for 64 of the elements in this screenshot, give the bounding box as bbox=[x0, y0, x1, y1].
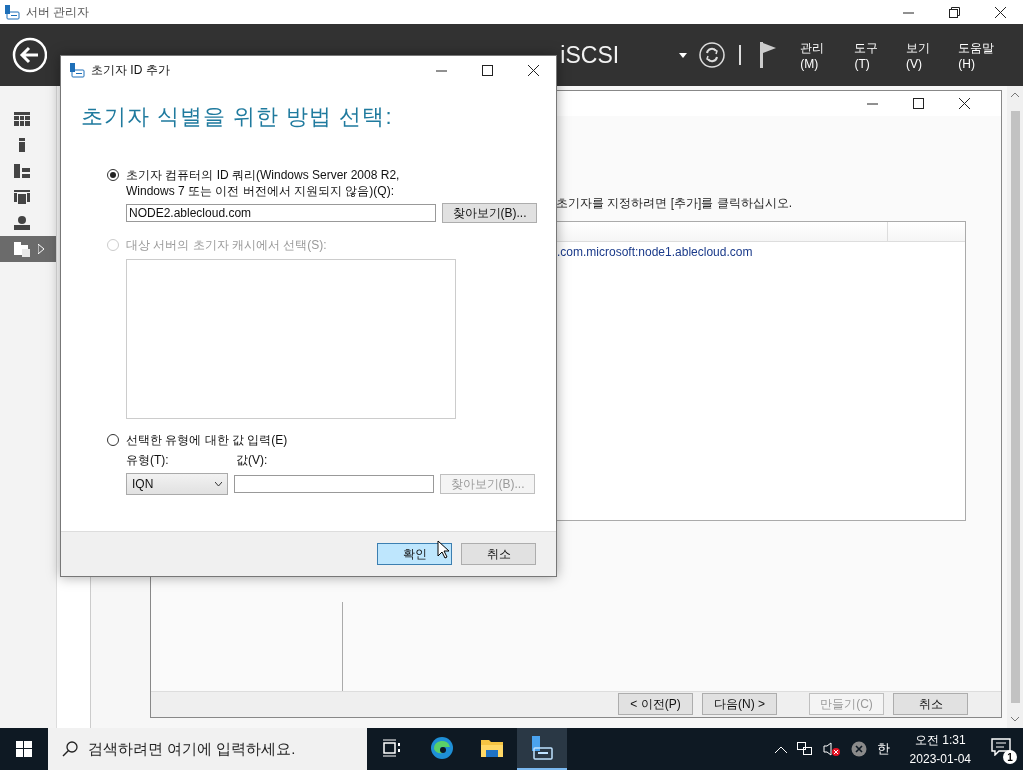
type-label: 유형(T): bbox=[126, 452, 170, 469]
close-icon[interactable] bbox=[994, 6, 1006, 18]
dialog-button[interactable]: 취소 bbox=[461, 543, 536, 565]
ime-indicator[interactable]: 한 bbox=[876, 740, 890, 758]
expand-icon bbox=[38, 244, 44, 254]
refresh-icon[interactable] bbox=[699, 42, 725, 68]
folder-icon bbox=[480, 737, 504, 759]
menu-item[interactable]: 도움말(H) bbox=[958, 39, 1010, 71]
error-icon[interactable] bbox=[850, 741, 867, 757]
wizard-button[interactable]: < 이전(P) bbox=[618, 693, 693, 716]
group-icon bbox=[14, 189, 30, 205]
maximize-icon[interactable] bbox=[912, 97, 924, 109]
taskbar-app[interactable] bbox=[517, 728, 567, 770]
sidebar-item[interactable] bbox=[0, 236, 56, 262]
browser-icon bbox=[430, 736, 454, 760]
servers-icon bbox=[14, 163, 30, 179]
wizard-button[interactable]: 취소 bbox=[893, 693, 968, 716]
computer-name-field[interactable]: NODE2.ablecloud.com bbox=[126, 204, 436, 222]
dialog-heading: 초기자 식별을 위한 방법 선택: bbox=[81, 103, 394, 131]
option-label: 초기자 컴퓨터의 ID 쿼리(Windows Server 2008 R2, Windows 7 또는 이전 버전에서 지원되지 않음)(Q): bbox=[126, 167, 401, 199]
server-manager-icon bbox=[69, 62, 85, 78]
wizard-button[interactable]: 다음(N) > bbox=[702, 693, 777, 716]
windows-logo-icon[interactable] bbox=[16, 741, 32, 757]
scrollbar-thumb[interactable] bbox=[1010, 111, 1020, 703]
back-icon[interactable] bbox=[12, 37, 48, 73]
network-icon[interactable] bbox=[796, 742, 813, 756]
dialog-title: 초기자 ID 추가 bbox=[91, 61, 171, 79]
value-field[interactable] bbox=[234, 475, 434, 493]
task-view-icon bbox=[383, 739, 401, 757]
window-title: 서버 관리자 bbox=[26, 3, 91, 21]
chevron-down-icon bbox=[215, 482, 222, 486]
scroll-down-icon[interactable] bbox=[1011, 717, 1019, 722]
close-icon[interactable] bbox=[527, 64, 539, 76]
option-label: 대상 서버의 초기자 캐시에서 선택(S): bbox=[126, 237, 328, 253]
scroll-up-icon[interactable] bbox=[1011, 92, 1019, 97]
breadcrumb: iSCSI bbox=[560, 41, 620, 69]
search-field[interactable]: 검색하려면 여기에 입력하세요. bbox=[48, 728, 367, 770]
search-icon bbox=[62, 741, 78, 757]
dialog-button[interactable]: 확인 bbox=[377, 543, 452, 565]
menu-item[interactable]: 도구(T) bbox=[854, 39, 893, 71]
dashboard-icon bbox=[14, 111, 30, 127]
menu-item[interactable]: 보기(V) bbox=[906, 39, 946, 71]
chevron-up-icon[interactable] bbox=[774, 745, 787, 753]
type-dropdown[interactable]: IQN bbox=[126, 473, 228, 495]
search-placeholder: 검색하려면 여기에 입력하세요. bbox=[88, 739, 296, 759]
speaker-muted-icon[interactable] bbox=[822, 742, 841, 756]
restore-icon[interactable] bbox=[948, 6, 960, 18]
maximize-icon[interactable] bbox=[481, 64, 493, 76]
clock-date: 2023-01-04 bbox=[909, 752, 971, 766]
option-label: 선택한 유형에 대한 값 입력(E) bbox=[126, 432, 289, 448]
close-icon[interactable] bbox=[958, 97, 970, 109]
cursor-icon bbox=[437, 540, 449, 559]
value-label: 값(V): bbox=[236, 452, 269, 469]
server-manager-icon bbox=[4, 4, 20, 20]
flag-icon[interactable] bbox=[758, 42, 777, 68]
server-manager-icon bbox=[529, 735, 555, 761]
caret-icon[interactable] bbox=[679, 52, 687, 58]
notification-count: 1 bbox=[1003, 750, 1017, 764]
clock-time: 오전 1:31 bbox=[914, 732, 966, 749]
browse-button[interactable]: 찾아보기(B)... bbox=[442, 203, 537, 223]
menu-item[interactable]: 관리(M) bbox=[800, 39, 842, 71]
instruction-text: 초기자를 지정하려면 [추가]를 클릭하십시오. bbox=[556, 194, 793, 212]
separator-icon bbox=[738, 45, 741, 65]
folders-icon bbox=[14, 241, 30, 257]
